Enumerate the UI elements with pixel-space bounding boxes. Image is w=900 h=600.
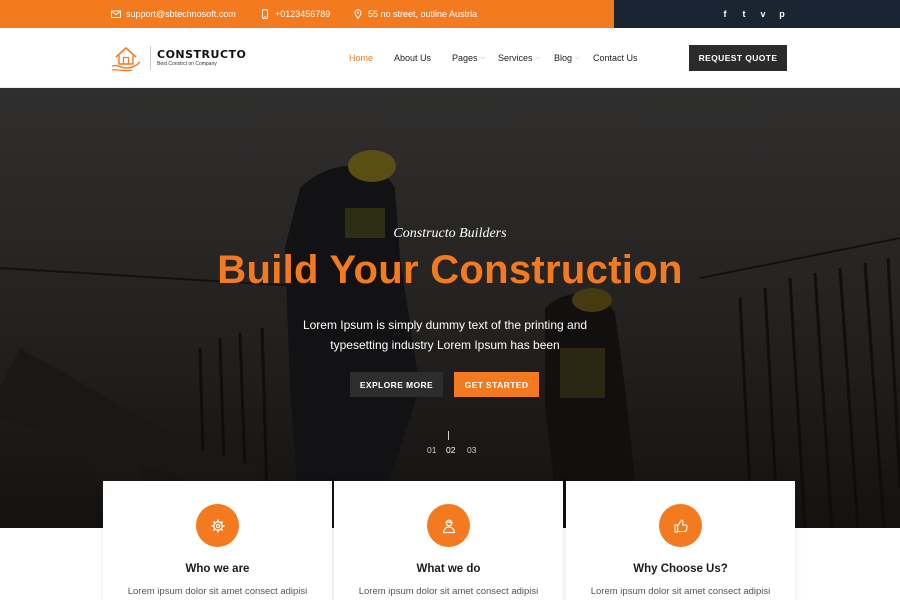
- social-strip: f t v p: [614, 0, 900, 28]
- brand-tagline: Best Constrct on Company: [157, 60, 217, 67]
- email-contact[interactable]: support@sbtechnosoft.com: [111, 9, 260, 19]
- facebook-icon[interactable]: f: [721, 9, 729, 19]
- gear-icon: [211, 519, 224, 532]
- phone-text: +0123456789: [275, 9, 331, 19]
- chevron-down-icon: ⌵: [480, 54, 486, 61]
- main-header: CONSTRUCTO Best Constrct on Company Home…: [0, 28, 900, 88]
- request-quote-button[interactable]: REQUEST QUOTE: [689, 45, 787, 71]
- phone-icon: [260, 9, 270, 19]
- feature-icon-badge: [659, 504, 702, 547]
- explore-more-button[interactable]: EXPLORE MORE: [350, 372, 443, 397]
- email-text: support@sbtechnosoft.com: [126, 9, 236, 19]
- vimeo-icon[interactable]: v: [759, 9, 767, 19]
- feature-title: What we do: [416, 563, 481, 575]
- contact-strip: support@sbtechnosoft.com +0123456789 55 …: [0, 0, 614, 28]
- envelope-icon: [111, 9, 121, 19]
- chevron-down-icon: ⌵: [535, 54, 541, 61]
- logo-divider: [150, 46, 151, 70]
- feature-title: Who we are: [185, 563, 250, 575]
- nav-label: Home: [349, 53, 374, 63]
- feature-title: Why Choose Us?: [633, 563, 728, 575]
- map-pin-icon: [353, 9, 363, 19]
- hero-subtitle: Constructo Builders: [393, 226, 507, 241]
- brand-name: CONSTRUCTO: [157, 47, 247, 61]
- hero-description: Lorem Ipsum is simply dummy text of the …: [295, 315, 595, 355]
- feature-text: Lorem ipsum dolor sit amet consect adipi…: [358, 586, 539, 597]
- phone-contact[interactable]: +0123456789: [260, 9, 353, 19]
- thumbs-up-icon: [673, 519, 688, 533]
- nav-item-pages[interactable]: Pages ⌵: [452, 53, 485, 63]
- slide-dot-3[interactable]: 03: [467, 445, 476, 455]
- nav-label: Contact Us: [593, 53, 638, 63]
- top-bar: support@sbtechnosoft.com +0123456789 55 …: [0, 0, 900, 28]
- house-hand-logo-icon: [111, 46, 141, 72]
- feature-icon-badge: [196, 504, 239, 547]
- brand-logo[interactable]: CONSTRUCTO Best Constrct on Company: [110, 42, 246, 74]
- hero-description-line: typesetting industry Lorem Ipsum has bee…: [330, 338, 560, 352]
- feature-card-why: Why Choose Us? Lorem ipsum dolor sit ame…: [566, 481, 795, 600]
- nav-label: About Us: [394, 53, 432, 63]
- logo-text: CONSTRUCTO Best Constrct on Company: [157, 47, 247, 68]
- feature-text: Lorem ipsum dolor sit amet consect adipi…: [590, 586, 771, 597]
- slide-indicator-line: [448, 431, 449, 440]
- address-contact: 55 no street, outline Austria: [353, 9, 477, 19]
- get-started-button[interactable]: GET STARTED: [454, 372, 539, 397]
- pinterest-icon[interactable]: p: [778, 9, 786, 19]
- nav-label: Pages: [452, 53, 478, 63]
- slide-dot-1[interactable]: 01: [427, 445, 436, 455]
- feature-text: Lorem ipsum dolor sit amet consect adipi…: [127, 586, 308, 597]
- nav-label: Services: [498, 53, 533, 63]
- nav-item-blog[interactable]: Blog ⌵: [554, 53, 580, 63]
- feature-card-who: Who we are Lorem ipsum dolor sit amet co…: [103, 481, 332, 600]
- address-text: 55 no street, outline Austria: [368, 9, 478, 19]
- worker-icon: [442, 519, 455, 533]
- nav-label: Blog: [554, 53, 573, 63]
- slide-dot-2[interactable]: 02: [446, 445, 455, 455]
- nav-item-about[interactable]: About Us: [394, 53, 431, 63]
- feature-card-what: What we do Lorem ipsum dolor sit amet co…: [334, 481, 563, 600]
- hero-title: Build Your Construction: [217, 248, 683, 292]
- hero-background-image: [0, 88, 900, 528]
- nav-item-contact[interactable]: Contact Us: [593, 53, 638, 63]
- hero-description-line: Lorem Ipsum is simply dummy text of the …: [302, 318, 588, 332]
- feature-icon-badge: [427, 504, 470, 547]
- twitter-icon[interactable]: t: [740, 9, 748, 19]
- hero-slider: Constructo Builders Build Your Construct…: [0, 88, 900, 528]
- nav-item-services[interactable]: Services ⌵: [498, 53, 540, 63]
- page-root: support@sbtechnosoft.com +0123456789 55 …: [0, 0, 900, 600]
- chevron-down-icon: ⌵: [575, 54, 580, 61]
- nav-item-home[interactable]: Home: [349, 53, 373, 63]
